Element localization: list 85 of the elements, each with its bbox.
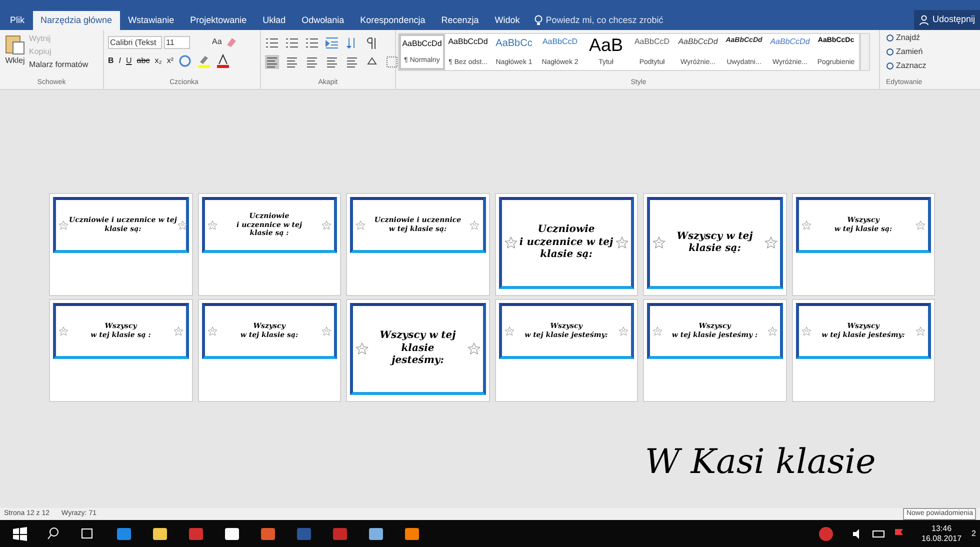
card-text: i uczennice w tej bbox=[519, 236, 614, 249]
ribbon-tab[interactable]: Wstawianie bbox=[120, 11, 182, 30]
star-drawing bbox=[652, 236, 666, 250]
ribbon-tab[interactable]: Widok bbox=[486, 11, 528, 30]
star-drawing bbox=[355, 220, 366, 230]
star-drawing bbox=[58, 220, 69, 230]
align-left-icon[interactable] bbox=[265, 55, 279, 69]
star-drawing bbox=[504, 236, 518, 250]
line-spacing-icon[interactable] bbox=[345, 55, 359, 69]
ribbon-tab[interactable]: Projektowanie bbox=[182, 11, 255, 30]
star-drawing bbox=[504, 326, 514, 336]
star-drawing bbox=[172, 326, 184, 336]
star-drawing bbox=[355, 342, 369, 356]
star-drawing bbox=[466, 342, 480, 356]
star-drawing bbox=[800, 220, 812, 230]
ribbon-tab[interactable]: Recenzja bbox=[433, 11, 487, 30]
card-text: klasie bbox=[401, 342, 434, 355]
indent-icon[interactable] bbox=[325, 36, 339, 50]
clock-date[interactable]: 16.08.2017 bbox=[922, 534, 962, 544]
star-drawing bbox=[321, 326, 332, 336]
card-text: Uczniowie bbox=[538, 224, 595, 237]
paste-button[interactable]: Wklej bbox=[4, 33, 26, 78]
highlighter-icon[interactable] bbox=[197, 54, 212, 68]
align-center-icon[interactable] bbox=[285, 55, 299, 69]
format-button[interactable]: I bbox=[118, 55, 122, 67]
editing-button[interactable]: Zaznacz bbox=[886, 60, 940, 72]
app-icon[interactable] bbox=[224, 526, 240, 542]
star-drawing bbox=[206, 220, 218, 230]
format-button[interactable]: abc bbox=[136, 55, 150, 67]
battery-icon[interactable] bbox=[872, 528, 886, 538]
card-text: jesteśmy: bbox=[392, 355, 444, 368]
justify-icon[interactable] bbox=[325, 55, 339, 69]
star-drawing bbox=[321, 220, 332, 230]
clock-time[interactable]: 13:46 bbox=[932, 524, 952, 534]
star-drawing bbox=[652, 326, 663, 336]
ribbon-tab[interactable]: Korespondencja bbox=[352, 11, 434, 30]
star-drawing bbox=[915, 220, 926, 230]
star-drawing bbox=[615, 236, 629, 250]
format-button[interactable]: x₂ bbox=[154, 55, 162, 67]
windows-logo-icon[interactable] bbox=[13, 526, 27, 540]
share-button[interactable]: Udostępnij bbox=[914, 10, 980, 30]
app-icon[interactable] bbox=[368, 526, 384, 542]
editing-button[interactable]: Zamień bbox=[886, 46, 940, 58]
ribbon-tab[interactable]: Plik bbox=[2, 11, 33, 30]
star-drawing bbox=[800, 326, 812, 336]
star-drawing bbox=[915, 326, 926, 336]
card-text: klasie są: bbox=[540, 249, 592, 262]
format-button[interactable]: x² bbox=[166, 55, 174, 67]
clipboard-button[interactable]: Malarz formatów bbox=[29, 59, 88, 71]
ribbon-tab[interactable]: Odwołania bbox=[294, 11, 352, 30]
antivirus-icon[interactable] bbox=[818, 526, 834, 542]
card-text: Wszyscy w tej bbox=[676, 230, 753, 243]
star-drawing bbox=[58, 326, 69, 336]
numbering-icon[interactable] bbox=[285, 36, 299, 50]
bullets-icon[interactable] bbox=[265, 36, 279, 50]
multilevel-list-icon[interactable] bbox=[305, 36, 319, 50]
notification-button[interactable]: 2 bbox=[972, 528, 976, 540]
gallery-scrollbar[interactable] bbox=[860, 33, 870, 71]
app-icon[interactable] bbox=[404, 526, 420, 542]
card-text: klasie są: bbox=[688, 243, 741, 256]
app-icon[interactable] bbox=[152, 526, 168, 542]
handwritten-text: W Kasi klasie bbox=[645, 441, 876, 484]
task-view-icon[interactable] bbox=[80, 528, 94, 540]
borders-icon[interactable] bbox=[385, 55, 399, 69]
star-drawing bbox=[469, 220, 480, 230]
ribbon-tab[interactable]: Narzędzia główne bbox=[32, 11, 120, 30]
font-color-icon[interactable] bbox=[216, 54, 230, 68]
editing-button[interactable]: Znajdź bbox=[886, 32, 940, 44]
align-right-icon[interactable] bbox=[305, 55, 319, 69]
change-case-button[interactable]: Aa bbox=[212, 36, 222, 48]
person-icon bbox=[919, 15, 930, 25]
ribbon-tab[interactable]: Układ bbox=[254, 11, 294, 30]
font-name-field[interactable]: Calibri (Tekst bbox=[108, 36, 162, 48]
star-drawing bbox=[618, 326, 629, 336]
star-drawing bbox=[206, 326, 218, 336]
search-icon[interactable] bbox=[47, 527, 60, 540]
format-button[interactable]: U bbox=[126, 55, 132, 67]
font-size-field[interactable]: 11 bbox=[164, 36, 190, 48]
star-drawing bbox=[764, 236, 778, 250]
card-text: Wszyscy w tej bbox=[380, 330, 456, 343]
tell-me-field[interactable]: Powiedz mi, co chcesz zrobić bbox=[534, 11, 686, 30]
star-drawing bbox=[766, 326, 778, 336]
lightbulb-icon bbox=[534, 15, 543, 26]
format-button[interactable]: B bbox=[108, 55, 114, 67]
clipboard-icon bbox=[5, 33, 25, 55]
